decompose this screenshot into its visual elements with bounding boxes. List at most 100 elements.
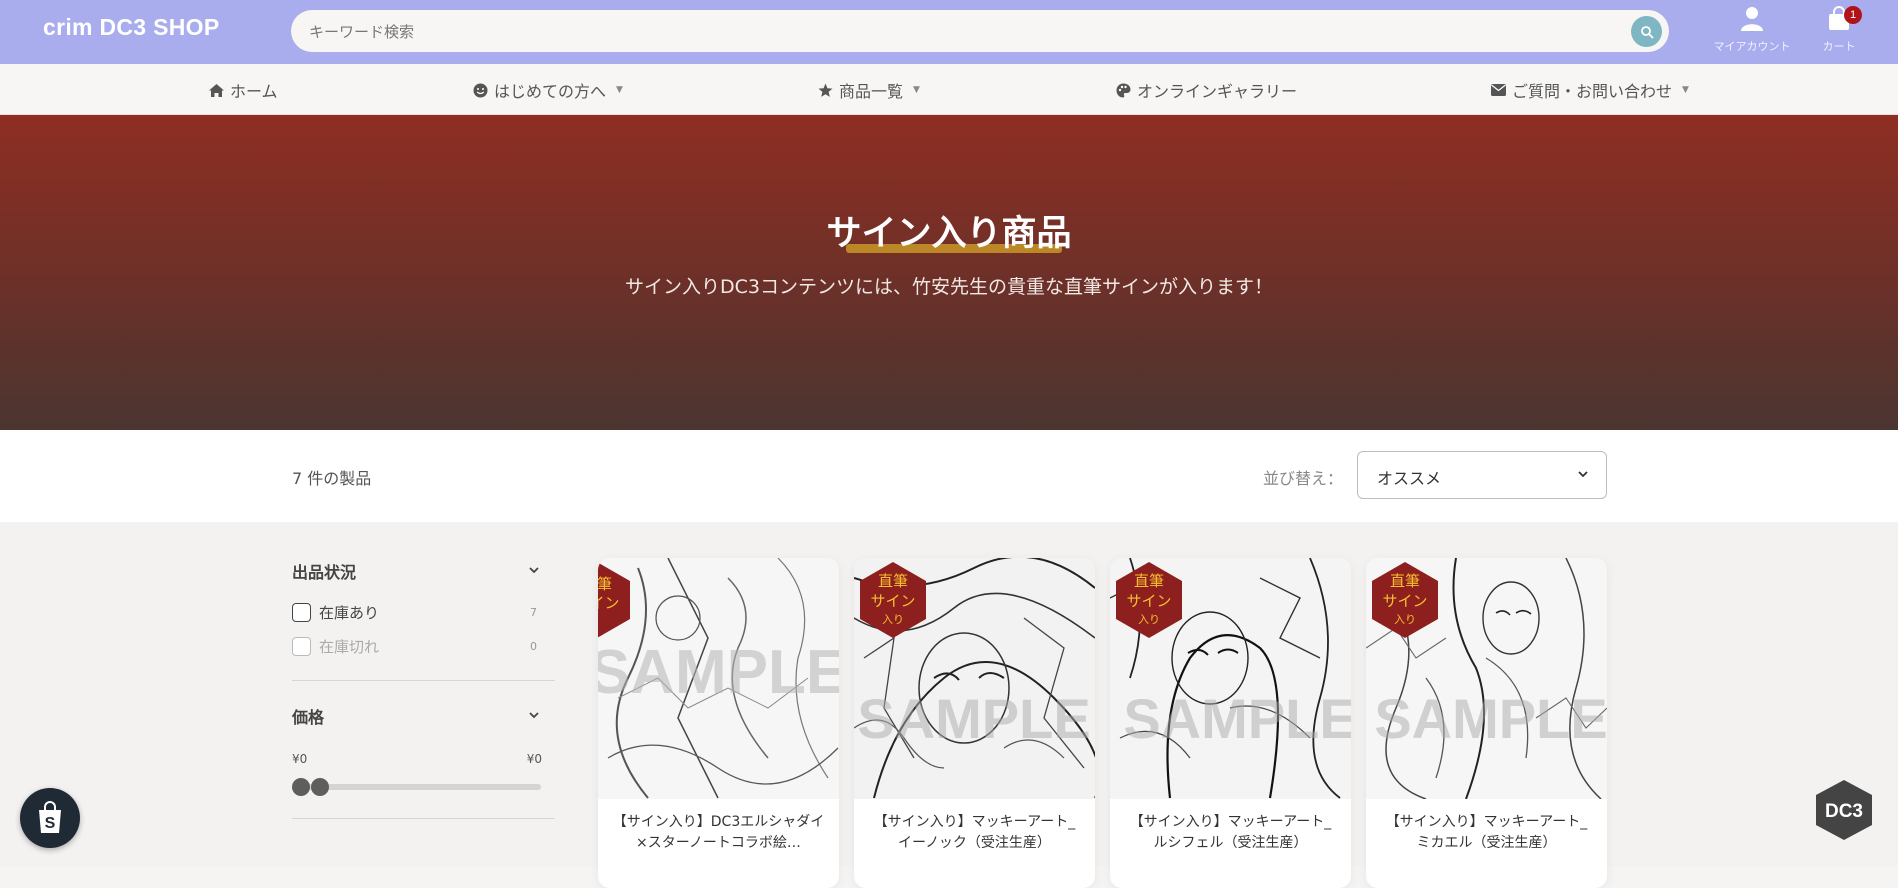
user-icon [1741,7,1763,31]
signed-badge: 直筆 サイン 入り [860,562,926,638]
product-title[interactable]: 【サイン入り】マッキーアート_ルシフェル（受注生産） [1110,812,1351,854]
price-min-value: ¥0 [292,752,308,766]
price-range-values: ¥0 ¥0 [292,752,542,766]
search-bar[interactable]: キーワード検索 [291,10,1669,52]
product-count: 7 件の製品 [292,469,372,488]
svg-text:S: S [45,815,56,832]
search-input[interactable]: キーワード検索 [309,21,414,42]
dc3-brand-float-button[interactable]: DC3 [1816,780,1872,840]
svg-text:直筆: 直筆 [1390,572,1420,590]
svg-text:サイン: サイン [870,592,915,610]
product-image[interactable]: SAMPLE 直筆 サイン [598,558,839,799]
product-card[interactable]: SAMPLE 直筆 サイン 【サイン入り】DC3エルシャダイ×スターノートコラボ… [598,558,839,888]
nav-item-label: 商品一覧 [839,82,904,101]
collection-title: サイン入り商品 [0,205,1898,256]
filter-option-count: 7 [530,606,537,619]
signed-badge: 直筆 サイン 入り [1116,562,1182,638]
chevron-down-icon: ▼ [616,85,623,95]
filter-option-label: 在庫あり [319,604,380,622]
svg-text:直筆: 直筆 [878,572,908,590]
signed-badge: 直筆 サイン [598,562,630,638]
price-slider-max-handle[interactable] [311,778,329,796]
envelope-icon [1491,84,1506,96]
filter-price-toggle[interactable]: 価格 [292,704,555,728]
chevron-down-icon: ▼ [1682,85,1689,95]
search-button[interactable] [1631,16,1662,47]
svg-text:SAMPLE: SAMPLE [1123,687,1351,750]
product-artwork: SAMPLE [598,558,839,799]
account-label: マイアカウント [1713,40,1791,53]
svg-text:SAMPLE: SAMPLE [598,638,839,707]
collection-content: 出品状況 在庫あり 7 在庫切れ 0 価格 ¥0 ¥0 SAMPLE 直筆 サイ… [0,522,1898,888]
checkbox[interactable] [292,603,311,622]
shop-logo[interactable]: crim DC3 SHOP [43,14,219,41]
sort-label: 並び替え： [1263,469,1344,488]
cart-count-badge: 1 [1844,6,1862,24]
palette-icon [1116,83,1131,97]
filter-availability-toggle[interactable]: 出品状況 [292,559,555,583]
svg-text:サイン: サイン [1126,592,1171,610]
filter-option-in-stock[interactable]: 在庫あり 7 [292,602,555,623]
nav-item-products[interactable]: 商品一覧 ▼ [818,78,920,102]
filter-divider [292,680,555,681]
svg-text:入り: 入り [1138,613,1160,626]
cart-link[interactable]: 1 カート [1794,6,1884,54]
filter-divider [292,818,555,819]
svg-text:直筆: 直筆 [598,575,612,593]
product-card[interactable]: SAMPLE 直筆 サイン 入り 【サイン入り】マッキーアート_イーノック（受注… [854,558,1095,888]
nav-item-label: はじめての方へ [494,82,607,101]
chevron-down-icon [529,712,539,719]
chevron-down-icon [1578,471,1588,478]
nav-item-home[interactable]: ホーム [209,78,278,102]
product-title[interactable]: 【サイン入り】マッキーアート_イーノック（受注生産） [854,812,1095,854]
checkbox[interactable] [292,637,311,656]
account-link[interactable]: マイアカウント [1707,6,1797,54]
product-card[interactable]: SAMPLE 直筆 サイン 入り 【サイン入り】マッキーアート_ミカエル（受注生… [1366,558,1607,888]
search-icon [1640,25,1653,38]
sort-select[interactable]: オススメ [1357,451,1607,499]
filter-option-label: 在庫切れ [319,638,380,656]
product-image[interactable]: SAMPLE 直筆 サイン 入り [854,558,1095,799]
chevron-down-icon [529,567,539,574]
svg-text:SAMPLE: SAMPLE [857,687,1090,750]
svg-text:DC3: DC3 [1825,801,1863,822]
chevron-down-icon: ▼ [913,85,920,95]
price-slider-min-handle[interactable] [292,778,310,796]
smile-icon [473,83,488,97]
nav-item-label: オンラインギャラリー [1137,82,1298,101]
price-slider-track[interactable] [292,784,541,790]
cart-label: カート [1822,40,1856,53]
top-header: crim DC3 SHOP キーワード検索 マイアカウント 1 カート [0,0,1898,64]
collection-hero-banner: サイン入り商品 サイン入りDC3コンテンツには、竹安先生の貴重な直筆サインが入り… [0,115,1898,430]
main-navigation: ホーム はじめての方へ ▼ 商品一覧 ▼ オンラインギャラリー ご質問・お問い合… [0,64,1898,115]
svg-text:入り: 入り [882,613,904,626]
star-icon [818,83,833,97]
nav-item-label: ご質問・お問い合わせ [1512,82,1673,101]
nav-item-label: ホーム [230,82,278,101]
svg-text:サイン: サイン [598,594,620,612]
svg-text:SAMPLE: SAMPLE [1374,687,1607,750]
filter-option-out-of-stock[interactable]: 在庫切れ 0 [292,636,555,657]
product-image[interactable]: SAMPLE 直筆 サイン 入り [1110,558,1351,799]
collection-toolbar: 7 件の製品 並び替え： オススメ [0,430,1898,522]
price-max-value: ¥0 [526,752,542,766]
shopify-bag-icon: S [39,801,61,833]
product-image[interactable]: SAMPLE 直筆 サイン 入り [1366,558,1607,799]
filter-price-title: 価格 [292,708,325,727]
nav-item-gallery[interactable]: オンラインギャラリー [1116,78,1297,102]
nav-item-contact[interactable]: ご質問・お問い合わせ ▼ [1491,78,1689,102]
filter-option-count: 0 [530,640,537,653]
filter-availability-title: 出品状況 [292,563,357,582]
shopify-chat-button[interactable]: S [20,788,80,848]
product-title[interactable]: 【サイン入り】DC3エルシャダイ×スターノートコラボ絵… [598,812,839,854]
product-card[interactable]: SAMPLE 直筆 サイン 入り 【サイン入り】マッキーアート_ルシフェル（受注… [1110,558,1351,888]
signed-badge: 直筆 サイン 入り [1372,562,1438,638]
collection-description: サイン入りDC3コンテンツには、竹安先生の貴重な直筆サインが入ります！ [625,276,1273,298]
product-title[interactable]: 【サイン入り】マッキーアート_ミカエル（受注生産） [1366,812,1607,854]
nav-item-first-time[interactable]: はじめての方へ ▼ [473,78,623,102]
sort-selected-value: オススメ [1377,469,1442,488]
svg-text:サイン: サイン [1382,592,1427,610]
home-icon [209,83,224,97]
svg-text:入り: 入り [1394,613,1416,626]
svg-text:直筆: 直筆 [1134,572,1164,590]
